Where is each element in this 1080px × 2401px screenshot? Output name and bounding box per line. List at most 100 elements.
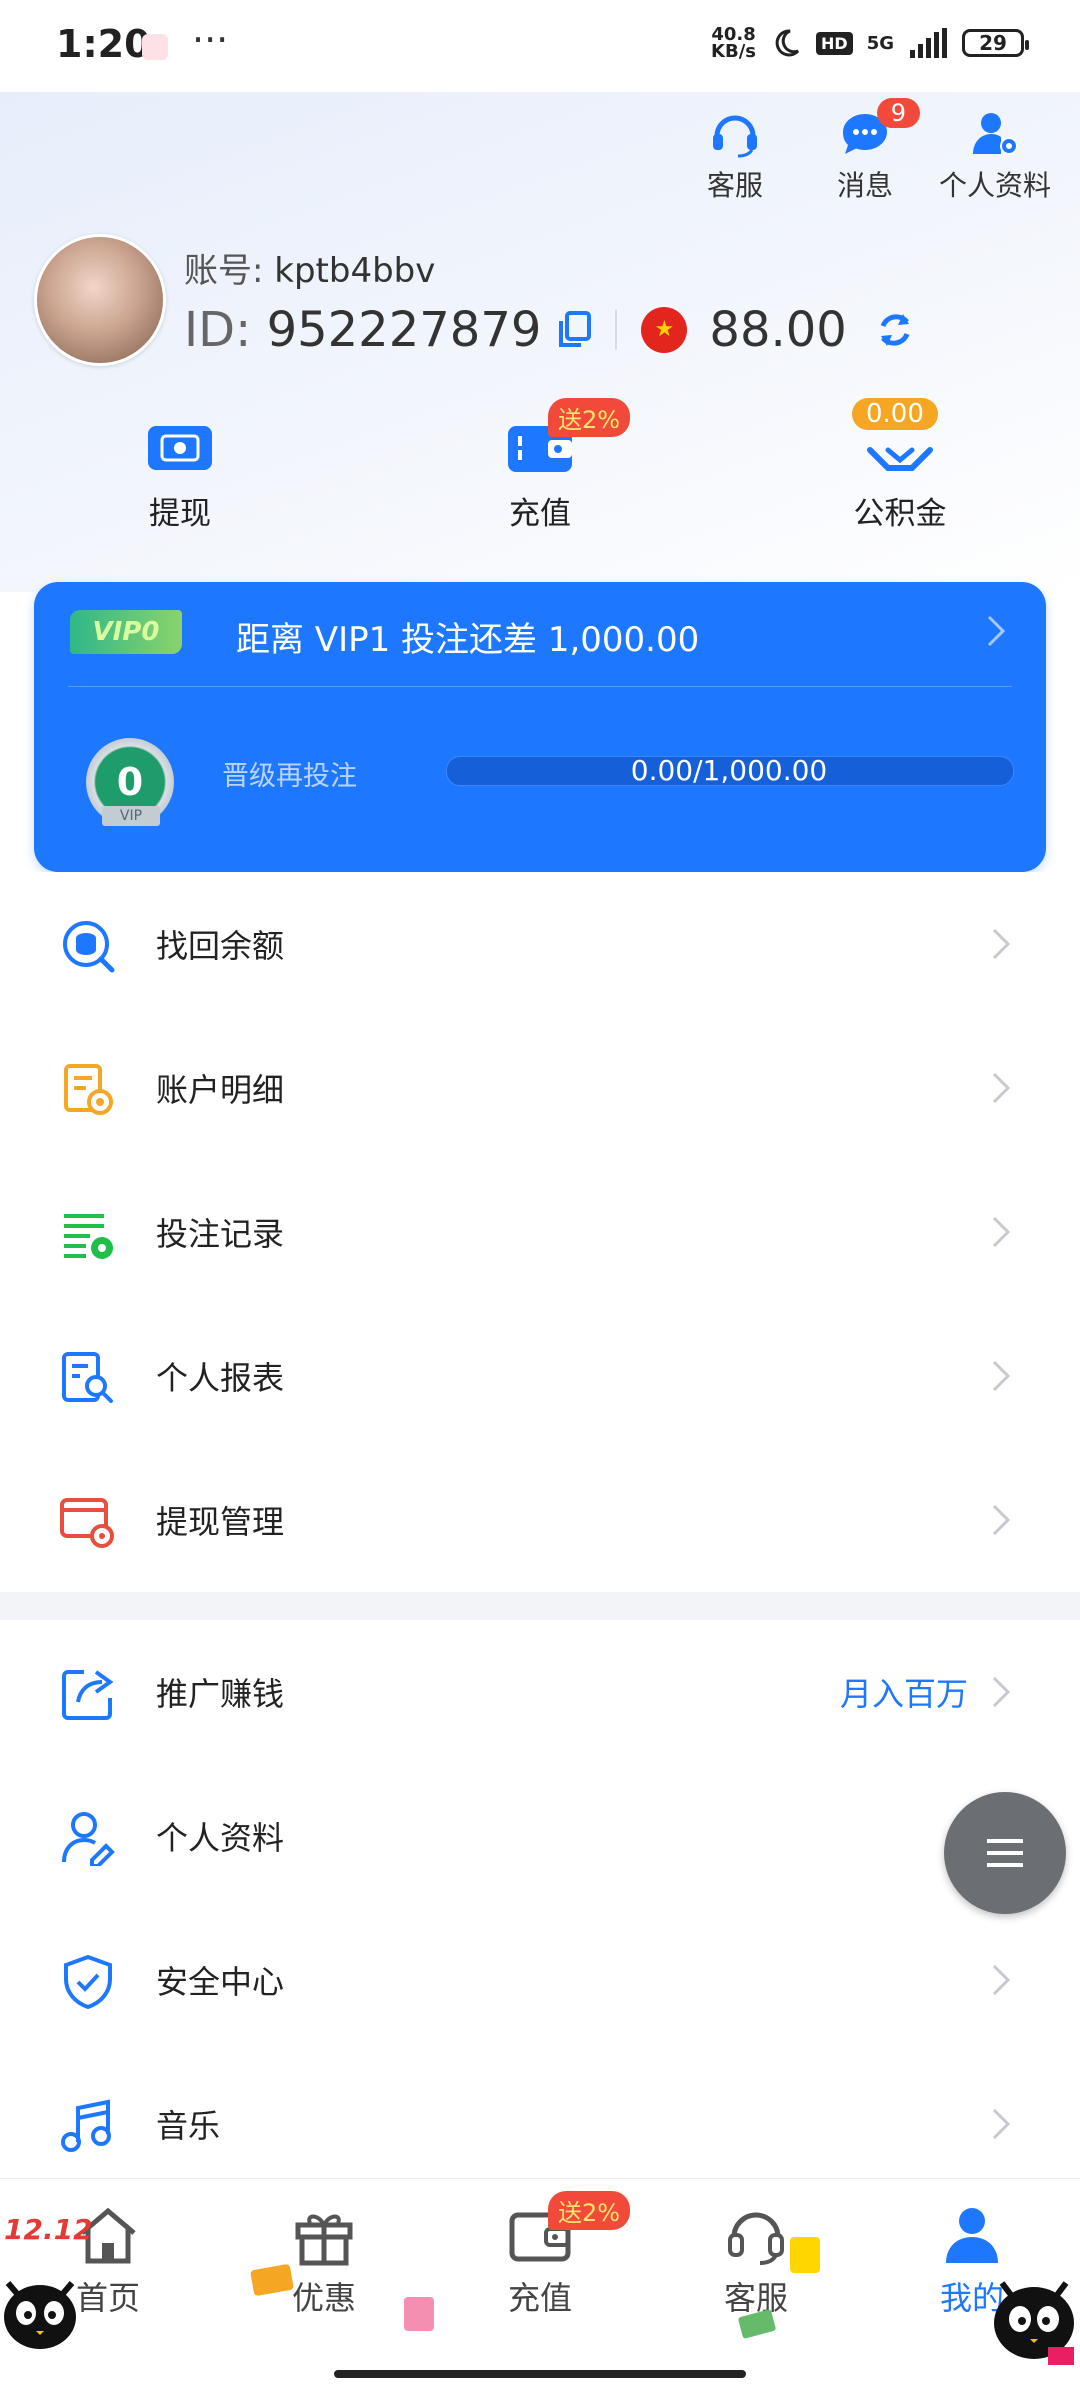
- account-detail-icon: [64, 1064, 113, 1115]
- share-icon: [62, 1670, 114, 1720]
- account-value: kptb4bbv: [274, 250, 436, 291]
- menu-item-withdraw-manage[interactable]: 提现管理: [0, 1448, 1080, 1592]
- profile-info: 账号: kptb4bbv ID: 952227879 ★ 88.00: [184, 243, 915, 358]
- withdraw-label: 提现: [149, 496, 211, 532]
- user-id: ID: 952227879: [184, 302, 541, 358]
- chevron-right-icon: [992, 1964, 1010, 1996]
- headset-icon: [728, 2212, 784, 2265]
- report-icon: [62, 1352, 113, 1403]
- network-type: 5G: [866, 32, 894, 54]
- divider: [615, 309, 618, 350]
- deposit-button[interactable]: 送2% 充值: [470, 398, 631, 533]
- messages-button[interactable]: 9 消息: [800, 98, 930, 204]
- tab-deposit[interactable]: 送2% 充值: [470, 2191, 631, 2319]
- deposit-label: 充值: [509, 496, 571, 532]
- notification-app-icon: [142, 34, 168, 60]
- refresh-icon[interactable]: [875, 310, 915, 350]
- cat-mascot-icon: [994, 2281, 1074, 2365]
- menu-label-music: 音乐: [156, 2107, 221, 2145]
- menu-label-security: 安全中心: [156, 1963, 285, 2001]
- bottom-navigation: 首页 优惠 送2% 充值 客服 我的 12.12: [0, 2178, 1080, 2401]
- floating-menu-button[interactable]: [944, 1792, 1066, 1914]
- promo-1212-sticker: 12.12: [4, 2213, 93, 2246]
- vip-medal-label: VIP: [102, 806, 160, 826]
- moon-icon: [775, 29, 800, 57]
- signal-icon: [910, 28, 947, 58]
- headset-icon: [713, 115, 757, 158]
- chevron-right-icon: [987, 615, 1006, 647]
- menu-label-report: 个人报表: [156, 1359, 285, 1397]
- vip-card[interactable]: VIP0 距离 VIP1 投注还差 1,000.00 0 VIP 晋级再投注 0…: [34, 582, 1046, 872]
- menu-item-bet-record[interactable]: 投注记录: [0, 1160, 1080, 1304]
- id-value: 952227879: [266, 301, 542, 358]
- menu-label-account-detail: 账户明细: [156, 1071, 285, 1109]
- menu-item-music[interactable]: 音乐: [0, 2052, 1080, 2196]
- customer-service-button[interactable]: 客服: [670, 110, 800, 204]
- id-line: ID: 952227879 ★ 88.00: [184, 302, 915, 358]
- vip-progress-title: 距离 VIP1 投注还差 1,000.00: [236, 620, 700, 660]
- messages-label: 消息: [836, 169, 893, 202]
- menu-item-promotion[interactable]: 推广赚钱 月入百万: [0, 1620, 1080, 1764]
- avatar[interactable]: [34, 234, 166, 366]
- menu-label-promotion: 推广赚钱: [156, 1675, 285, 1713]
- chevron-right-icon: [992, 1676, 1010, 1708]
- customer-service-label: 客服: [706, 169, 763, 202]
- recover-balance-icon: [63, 921, 115, 973]
- menu-label-recover-balance: 找回余额: [156, 927, 285, 965]
- tab-promotions[interactable]: 优惠: [254, 2203, 394, 2319]
- status-time: 1:20: [56, 22, 151, 66]
- status-icons: 40.8 KB/s HD 5G 29: [711, 24, 1029, 62]
- shopping-bag-icon: [790, 2237, 820, 2273]
- gift-icon: [295, 2214, 353, 2266]
- cat-mascot-icon: [4, 2281, 76, 2349]
- hd-icon: HD: [816, 31, 853, 55]
- quick-actions: 提现 送2% 充值 0.00 公积金: [0, 398, 1080, 533]
- vip-level-tag: VIP0: [70, 610, 182, 654]
- tab-label-promotions: 优惠: [291, 2279, 356, 2317]
- deposit-bonus-badge: 送2%: [548, 2191, 631, 2230]
- shopping-bag-icon: [404, 2297, 434, 2331]
- bet-record-icon: [64, 1214, 113, 1259]
- vip-upgrade-label: 晋级再投注: [222, 761, 357, 792]
- music-icon: [61, 2099, 111, 2152]
- messages-count-badge: 9: [876, 98, 920, 128]
- profile-button[interactable]: 个人资料: [930, 110, 1060, 204]
- fund-label: 公积金: [853, 496, 947, 532]
- menu-icon: [987, 1839, 1023, 1867]
- chevron-right-icon: [992, 1504, 1010, 1536]
- profile-edit-icon: [62, 1812, 115, 1866]
- account-label: 账号:: [184, 250, 264, 291]
- fund-amount-badge: 0.00: [852, 398, 938, 430]
- menu-label-profile: 个人资料: [156, 1819, 285, 1857]
- shield-icon: [64, 1954, 112, 2010]
- menu-item-report[interactable]: 个人报表: [0, 1304, 1080, 1448]
- withdraw-button[interactable]: 提现: [110, 420, 250, 533]
- network-speed: 40.8 KB/s: [711, 24, 757, 62]
- vip-progress-text: 0.00/1,000.00: [630, 754, 828, 787]
- menu-group-account: 找回余额 账户明细 投注记录 个人报表 提现管理: [0, 872, 1080, 1592]
- menu-item-security[interactable]: 安全中心: [0, 1908, 1080, 2052]
- more-notifications-icon: ···: [192, 18, 229, 62]
- menu-label-bet-record: 投注记录: [156, 1215, 285, 1253]
- user-settings-icon: [973, 113, 1018, 155]
- menu-item-profile[interactable]: 个人资料: [0, 1764, 1080, 1908]
- menu-group-settings: 推广赚钱 月入百万 个人资料 安全中心 音乐: [0, 1620, 1080, 2196]
- account-line: 账号: kptb4bbv: [184, 243, 915, 292]
- home-indicator: [334, 2370, 746, 2378]
- menu-item-account-detail[interactable]: 账户明细: [0, 1016, 1080, 1160]
- battery-icon: 29: [962, 29, 1029, 57]
- user-icon: [946, 2208, 998, 2263]
- withdraw-manage-icon: [60, 1498, 114, 1548]
- balance-value: 88.00: [709, 301, 847, 358]
- china-flag-icon: ★: [641, 306, 688, 353]
- fund-button[interactable]: 0.00 公积金: [830, 398, 970, 533]
- tab-label-deposit: 充值: [507, 2279, 572, 2317]
- tab-label-home: 首页: [75, 2279, 140, 2317]
- profile-label: 个人资料: [938, 169, 1051, 202]
- vip-divider: [68, 686, 1012, 687]
- menu-item-recover-balance[interactable]: 找回余额: [0, 872, 1080, 1016]
- id-label: ID:: [184, 301, 252, 358]
- copy-icon[interactable]: [557, 310, 592, 349]
- promotion-slogan: 月入百万: [839, 1675, 968, 1713]
- deposit-bonus-badge: 送2%: [548, 398, 631, 437]
